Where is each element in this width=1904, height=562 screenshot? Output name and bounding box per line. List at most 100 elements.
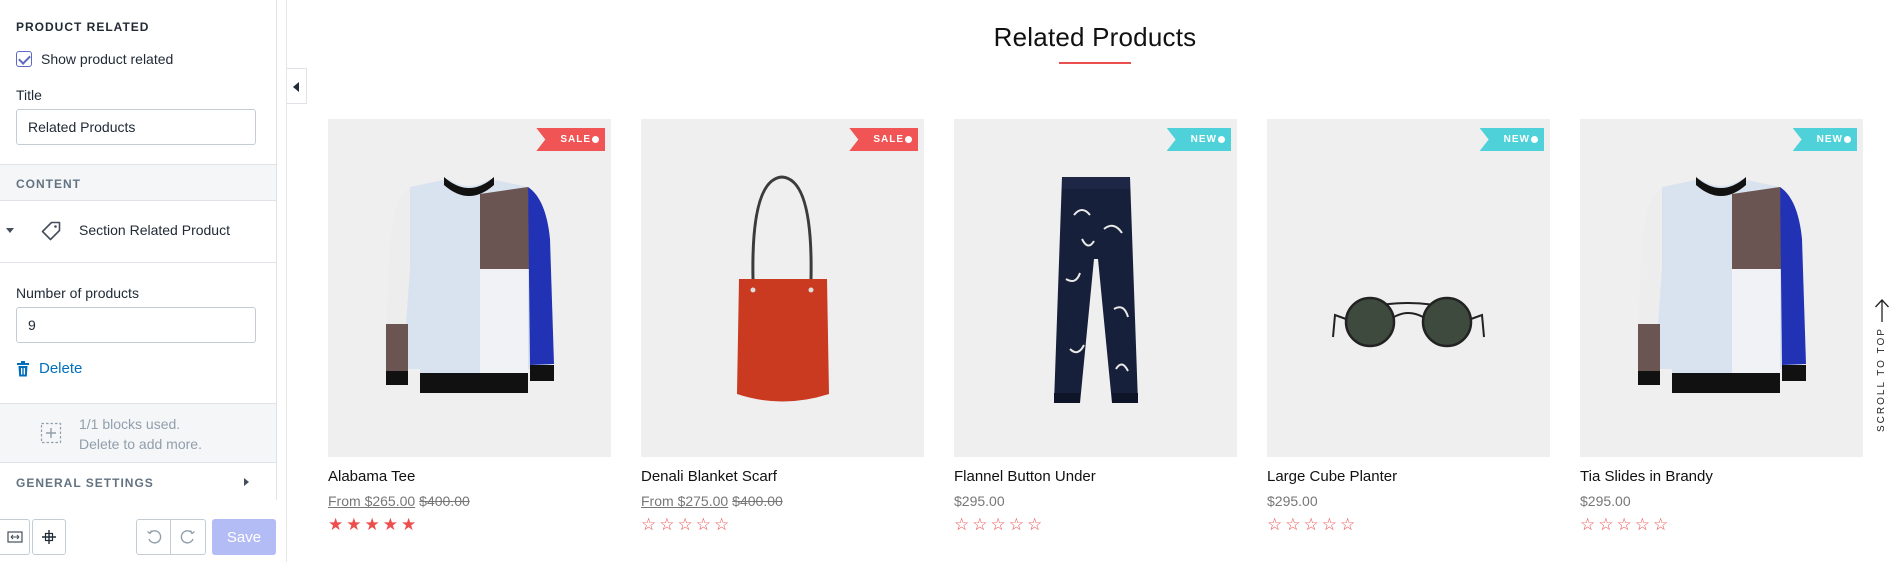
- star-empty-icon: ☆: [1267, 515, 1283, 535]
- product-image[interactable]: SALE: [328, 119, 611, 457]
- product-name[interactable]: Flannel Button Under: [954, 468, 1237, 485]
- price-value: $295.00: [954, 493, 1005, 509]
- rating-stars: ☆ ☆ ☆ ☆ ☆: [641, 516, 924, 534]
- usage-line-2: Delete to add more.: [79, 436, 202, 452]
- save-button[interactable]: Save: [212, 519, 276, 555]
- product-image[interactable]: NEW: [1267, 119, 1550, 457]
- divider: [0, 262, 276, 263]
- product-price: $295.00: [1267, 493, 1550, 509]
- sale-badge: SALE: [536, 128, 605, 151]
- title-underline: [1059, 62, 1131, 64]
- product-image[interactable]: NEW: [954, 119, 1237, 457]
- block-item-section-related-product[interactable]: Section Related Product: [0, 200, 276, 262]
- collapse-sidebar-button[interactable]: [287, 68, 307, 104]
- bag-image: [737, 175, 829, 402]
- star-filled-icon: ★: [382, 515, 398, 535]
- star-empty-icon: ☆: [1634, 515, 1650, 535]
- expand-width-icon: [6, 531, 23, 543]
- sidebar-panel: PRODUCT RELATED Show product related Tit…: [0, 0, 277, 500]
- product-price: $295.00: [1580, 493, 1863, 509]
- caret-right-icon: [244, 478, 249, 486]
- new-badge: NEW: [1166, 128, 1231, 151]
- product-card[interactable]: SALE Denali Blanket Scarf From $275.00 $4…: [641, 119, 924, 534]
- price-value: $295.00: [1267, 493, 1318, 509]
- price-from-prefix: From: [641, 493, 678, 509]
- num-products-input[interactable]: [16, 307, 256, 343]
- sweater-image: [1638, 177, 1806, 393]
- usage-line-1: 1/1 blocks used.: [79, 416, 181, 432]
- price-from-prefix: From: [328, 493, 365, 509]
- price-value: $275.00: [677, 493, 729, 509]
- title-input[interactable]: [16, 109, 256, 145]
- content-header-bar: CONTENT: [0, 165, 276, 200]
- general-settings-toggle[interactable]: GENERAL SETTINGS: [0, 470, 276, 496]
- product-card[interactable]: NEW Large Cube Planter $295.00 ☆ ☆ ☆ ☆ ☆: [1267, 119, 1550, 534]
- redo-button[interactable]: [170, 519, 206, 555]
- product-price: From $265.00 $400.00: [328, 493, 611, 509]
- selector-icon: [42, 530, 56, 544]
- star-empty-icon: ☆: [1303, 515, 1319, 535]
- product-name[interactable]: Denali Blanket Scarf: [641, 468, 924, 485]
- product-image[interactable]: SALE: [641, 119, 924, 457]
- star-filled-icon: ★: [346, 515, 362, 535]
- trash-icon: [17, 360, 29, 376]
- general-settings-heading: GENERAL SETTINGS: [16, 476, 154, 490]
- product-name[interactable]: Large Cube Planter: [1267, 468, 1550, 485]
- sunglasses-image: [1332, 296, 1485, 348]
- star-empty-icon: ☆: [1653, 515, 1669, 535]
- show-related-checkbox[interactable]: Show product related: [16, 51, 173, 67]
- star-empty-icon: ☆: [1580, 515, 1596, 535]
- content-heading: CONTENT: [16, 177, 81, 191]
- product-image[interactable]: NEW: [1580, 119, 1863, 457]
- product-name[interactable]: Tia Slides in Brandy: [1580, 468, 1863, 485]
- compare-price: $400.00: [419, 493, 470, 509]
- product-price: From $275.00 $400.00: [641, 493, 924, 509]
- star-empty-icon: ☆: [695, 515, 711, 535]
- star-empty-icon: ☆: [659, 515, 675, 535]
- star-empty-icon: ☆: [1285, 515, 1301, 535]
- price-value: $265.00: [364, 493, 416, 509]
- product-card[interactable]: SALE Alabama Tee From $265.00 $400.00 ★ ★ ★…: [328, 119, 611, 534]
- star-empty-icon: ☆: [990, 515, 1006, 535]
- divider: [0, 462, 276, 463]
- show-related-label: Show product related: [41, 51, 174, 67]
- sweater-image: [386, 177, 554, 393]
- star-empty-icon: ☆: [1616, 515, 1632, 535]
- section-title: Related Products: [993, 22, 1197, 52]
- product-card[interactable]: NEW Flannel Button Under $295.00 ☆ ☆ ☆ ☆ ☆: [954, 119, 1237, 534]
- desktop-view-button[interactable]: [0, 519, 30, 555]
- undo-button[interactable]: [136, 519, 171, 555]
- star-filled-icon: ★: [401, 515, 417, 535]
- title-field-label: Title: [16, 87, 42, 103]
- rating-stars: ★ ★ ★ ★ ★: [328, 516, 611, 534]
- rating-stars: ☆ ☆ ☆ ☆ ☆: [1267, 516, 1550, 534]
- add-block-icon: [40, 422, 62, 444]
- star-empty-icon: ☆: [1340, 515, 1356, 535]
- undo-icon: [146, 530, 161, 544]
- star-empty-icon: ☆: [954, 515, 970, 535]
- product-name[interactable]: Alabama Tee: [328, 468, 611, 485]
- usage-text: 1/1 blocks used. Delete to add more.: [79, 414, 202, 454]
- compare-price: $400.00: [732, 493, 783, 509]
- pants-image: [1054, 177, 1138, 403]
- theme-editor-sidebar: PRODUCT RELATED Show product related Tit…: [0, 0, 277, 562]
- redo-icon: [180, 530, 195, 544]
- checkbox-checked-icon[interactable]: [16, 51, 32, 67]
- product-card[interactable]: NEW Tia Slides in Brandy $295.00 ☆ ☆ ☆ ☆ ☆: [1580, 119, 1863, 534]
- delete-label: Delete: [39, 360, 83, 377]
- star-empty-icon: ☆: [1321, 515, 1337, 535]
- new-badge: NEW: [1792, 128, 1857, 151]
- star-empty-icon: ☆: [1008, 515, 1024, 535]
- star-filled-icon: ★: [364, 515, 380, 535]
- scroll-to-top-label[interactable]: SCROLL TO TOP: [1876, 327, 1887, 432]
- inspector-button[interactable]: [32, 519, 66, 555]
- product-price: $295.00: [954, 493, 1237, 509]
- caret-down-icon[interactable]: [6, 228, 14, 233]
- star-empty-icon: ☆: [714, 515, 730, 535]
- star-empty-icon: ☆: [677, 515, 693, 535]
- block-label: Section Related Product: [79, 222, 230, 238]
- new-badge: NEW: [1479, 128, 1544, 151]
- delete-block-button[interactable]: Delete: [16, 360, 82, 377]
- product-related-heading: PRODUCT RELATED: [16, 20, 150, 34]
- tag-icon: [41, 221, 61, 241]
